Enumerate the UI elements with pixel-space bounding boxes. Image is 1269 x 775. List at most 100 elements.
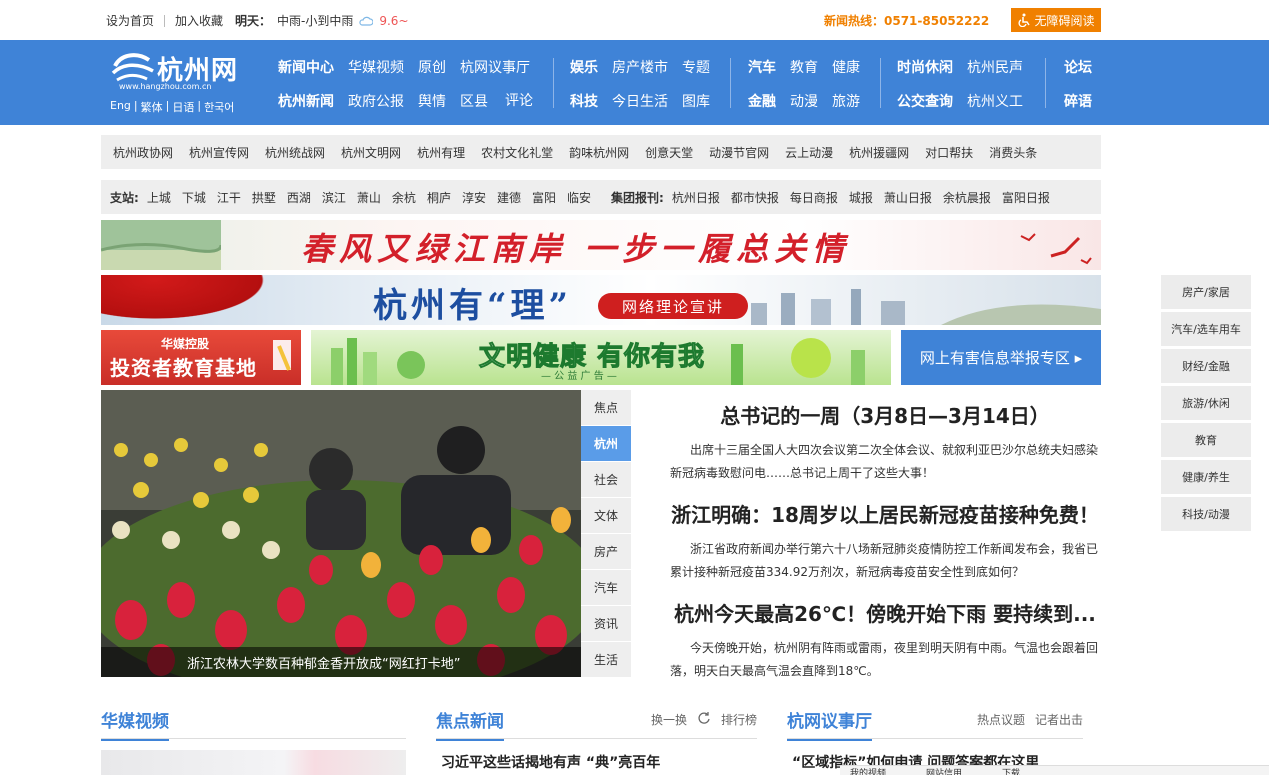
lang-japanese[interactable]: 日语 (172, 99, 194, 115)
refresh-icon[interactable] (697, 711, 711, 725)
channel-link[interactable]: 财经/金融 (1161, 349, 1251, 383)
nav-discussion-hall[interactable]: 杭网议事厅 (460, 57, 530, 77)
channel-link[interactable]: 健康/养生 (1161, 460, 1251, 494)
channel-link[interactable]: 汽车/选车用车 (1161, 312, 1251, 346)
nav-real-estate[interactable]: 房产楼市 (612, 57, 668, 77)
tab-real-estate[interactable]: 房产 (581, 534, 631, 570)
partner-link[interactable]: 杭州宣传网 (189, 144, 249, 161)
spring-campaign-banner[interactable]: 春风又绿江南岸 一步一履总关情 (101, 220, 1101, 270)
nav-chatter[interactable]: 碎语 (1064, 91, 1092, 111)
station-link[interactable]: 萧山 (357, 189, 381, 206)
paper-link[interactable]: 每日商报 (790, 189, 838, 206)
download-link[interactable]: 下载 (1002, 766, 1020, 775)
tab-auto[interactable]: 汽车 (581, 570, 631, 606)
paper-link[interactable]: 城报 (849, 189, 873, 206)
nav-huamei-video[interactable]: 华媒视频 (348, 57, 404, 77)
nav-comment[interactable]: 评论 (505, 90, 533, 110)
paper-link[interactable]: 杭州日报 (672, 189, 720, 206)
tab-society[interactable]: 社会 (581, 462, 631, 498)
paper-link[interactable]: 余杭晨报 (943, 189, 991, 206)
lang-traditional[interactable]: 繁体 (141, 99, 163, 115)
channel-link[interactable]: 旅游/休闲 (1161, 386, 1251, 420)
partner-link[interactable]: 消费头条 (989, 144, 1037, 161)
paper-link[interactable]: 富阳日报 (1002, 189, 1050, 206)
channel-link[interactable]: 科技/动漫 (1161, 497, 1251, 531)
station-link[interactable]: 余杭 (392, 189, 416, 206)
ranking-link[interactable]: 排行榜 (721, 711, 757, 728)
partner-link[interactable]: 韵味杭州网 (569, 144, 629, 161)
paper-link[interactable]: 都市快报 (731, 189, 779, 206)
report-harmful-info-button[interactable]: 网上有害信息举报专区 ▸ (901, 330, 1101, 385)
nav-hangzhou-news[interactable]: 杭州新闻 (278, 91, 334, 111)
nav-travel[interactable]: 旅游 (832, 91, 860, 111)
partner-link[interactable]: 对口帮扶 (925, 144, 973, 161)
my-video-link[interactable]: 我的视频 (850, 766, 886, 775)
station-link[interactable]: 淳安 (462, 189, 486, 206)
nav-original[interactable]: 原创 (418, 57, 446, 77)
lang-eng[interactable]: Eng (110, 99, 131, 115)
section-title[interactable]: 华媒视频 (101, 707, 169, 741)
partner-link[interactable]: 杭州有理 (417, 144, 465, 161)
station-link[interactable]: 江干 (217, 189, 241, 206)
station-link[interactable]: 富阳 (532, 189, 556, 206)
accessible-reading-button[interactable]: 无障碍阅读 (1011, 8, 1101, 32)
photo-caption[interactable]: 浙江农林大学数百种郁金香开放成“网红打卡地” (101, 647, 581, 677)
headline-title[interactable]: 杭州今天最高26℃！傍晚开始下雨 要持续到... (670, 598, 1100, 627)
nav-people-voice[interactable]: 杭州民声 (967, 57, 1023, 77)
channel-link[interactable]: 房产/家居 (1161, 275, 1251, 309)
partner-link[interactable]: 杭州统战网 (265, 144, 325, 161)
tab-life[interactable]: 生活 (581, 642, 631, 678)
nav-entertainment[interactable]: 娱乐 (570, 57, 598, 77)
video-thumbnail[interactable] (101, 750, 406, 775)
add-favorite-link[interactable]: 加入收藏 (175, 12, 223, 29)
partner-link[interactable]: 云上动漫 (785, 144, 833, 161)
station-link[interactable]: 上城 (147, 189, 171, 206)
headline-title[interactable]: 浙江明确：18周岁以上居民新冠疫苗接种免费！ (670, 499, 1100, 528)
nav-forum[interactable]: 论坛 (1064, 57, 1092, 77)
site-credit-link[interactable]: 网站信用 (926, 766, 962, 775)
site-logo[interactable]: 杭州网 www.hangzhou.com.cn (111, 46, 251, 91)
nav-bus-query[interactable]: 公交查询 (897, 91, 953, 111)
focus-news-teaser[interactable]: 习近平这些话揭地有声 “典”亮百年 (441, 752, 757, 775)
nav-fashion[interactable]: 时尚休闲 (897, 57, 953, 77)
nav-news-center[interactable]: 新闻中心 (278, 57, 334, 77)
nav-gov-bulletin[interactable]: 政府公报 (348, 91, 404, 111)
nav-public-opinion[interactable]: 舆情 (418, 91, 446, 111)
nav-finance[interactable]: 金融 (748, 91, 776, 111)
station-link[interactable]: 临安 (567, 189, 591, 206)
nav-health[interactable]: 健康 (832, 57, 860, 77)
tab-culture-sports[interactable]: 文体 (581, 498, 631, 534)
nav-tech[interactable]: 科技 (570, 91, 598, 111)
station-link[interactable]: 滨江 (322, 189, 346, 206)
reporter-link[interactable]: 记者出击 (1035, 711, 1083, 728)
refresh-link[interactable]: 换一换 (651, 711, 687, 728)
paper-link[interactable]: 萧山日报 (884, 189, 932, 206)
partner-link[interactable]: 农村文化礼堂 (481, 144, 553, 161)
partner-link[interactable]: 杭州政协网 (113, 144, 173, 161)
civilization-health-banner[interactable]: 文明健康 有你有我 — 公 益 广 告 — (311, 330, 891, 385)
investor-education-banner[interactable]: 华媒控股 投资者教育基地 (101, 330, 301, 385)
hot-topics-link[interactable]: 热点议题 (977, 711, 1025, 728)
station-link[interactable]: 西湖 (287, 189, 311, 206)
nav-today-life[interactable]: 今日生活 (612, 91, 668, 111)
nav-gallery[interactable]: 图库 (682, 91, 710, 111)
hangzhou-theory-banner[interactable]: 杭州有“理” 网络理论宣讲 (101, 275, 1101, 325)
nav-auto[interactable]: 汽车 (748, 57, 776, 77)
partner-link[interactable]: 杭州文明网 (341, 144, 401, 161)
tab-info[interactable]: 资讯 (581, 606, 631, 642)
partner-link[interactable]: 杭州援疆网 (849, 144, 909, 161)
partner-link[interactable]: 动漫节官网 (709, 144, 769, 161)
station-link[interactable]: 下城 (182, 189, 206, 206)
nav-volunteer[interactable]: 杭州义工 (967, 91, 1023, 111)
section-title[interactable]: 杭网议事厅 (787, 707, 872, 741)
section-title[interactable]: 焦点新闻 (436, 707, 504, 741)
headline-title[interactable]: 总书记的一周（3月8日—3月14日） (670, 400, 1100, 429)
nav-education[interactable]: 教育 (790, 57, 818, 77)
nav-anime[interactable]: 动漫 (790, 91, 818, 111)
lang-korean[interactable]: 한국어 (204, 99, 234, 115)
nav-topics[interactable]: 专题 (682, 57, 710, 77)
tab-hangzhou[interactable]: 杭州 (581, 426, 631, 462)
set-homepage-link[interactable]: 设为首页 (106, 12, 154, 29)
tab-focus[interactable]: 焦点 (581, 390, 631, 426)
station-link[interactable]: 桐庐 (427, 189, 451, 206)
